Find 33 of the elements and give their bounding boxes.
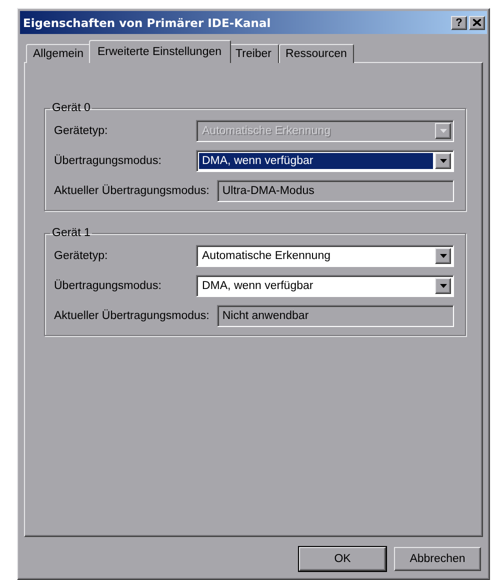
dropdown-button[interactable] bbox=[435, 248, 451, 264]
dropdown-field[interactable]: Automatische Erkennung bbox=[196, 245, 454, 267]
caret-icon bbox=[440, 129, 446, 133]
field-label: Aktueller Übertragungsmodus: bbox=[54, 185, 210, 197]
group-title: Gerät 1 bbox=[51, 227, 92, 239]
caret-icon bbox=[440, 159, 446, 163]
ok-button[interactable]: OK bbox=[299, 547, 386, 571]
close-button[interactable] bbox=[469, 16, 485, 30]
field-label: Aktueller Übertragungsmodus: bbox=[54, 310, 210, 322]
tab[interactable]: Erweiterte Einstellungen bbox=[88, 40, 231, 63]
tab[interactable]: Allgemein bbox=[26, 44, 90, 63]
selected-value: DMA, wenn verfügbar bbox=[199, 153, 433, 169]
field-label: Übertragungsmodus: bbox=[54, 280, 162, 292]
dropdown-button[interactable] bbox=[435, 278, 451, 294]
field-label: Gerätetyp: bbox=[54, 250, 109, 262]
caret-icon bbox=[440, 284, 446, 288]
readonly-field: Ultra-DMA-Modus bbox=[217, 180, 454, 202]
combo-value: DMA, wenn verfügbar bbox=[201, 279, 314, 294]
close-icon bbox=[473, 19, 481, 26]
tab[interactable]: Treiber bbox=[228, 44, 279, 63]
cancel-button[interactable]: Abbrechen bbox=[394, 547, 481, 571]
field-label: Gerätetyp: bbox=[54, 125, 109, 137]
readonly-field: Nicht anwendbar bbox=[217, 305, 454, 327]
dropdown-field[interactable]: DMA, wenn verfügbar bbox=[196, 275, 454, 297]
field-label: Übertragungsmodus: bbox=[54, 155, 162, 167]
combo-value: Automatische Erkennung bbox=[201, 249, 332, 264]
caret-icon bbox=[440, 254, 446, 258]
dropdown-field[interactable]: DMA, wenn verfügbar bbox=[196, 150, 454, 172]
group-title: Gerät 0 bbox=[51, 102, 92, 114]
tab[interactable]: Ressourcen bbox=[278, 44, 354, 63]
dropdown-button[interactable] bbox=[435, 153, 451, 169]
window-title: Eigenschaften von Primärer IDE-Kanal bbox=[23, 16, 272, 30]
help-button[interactable]: ? bbox=[451, 16, 467, 30]
